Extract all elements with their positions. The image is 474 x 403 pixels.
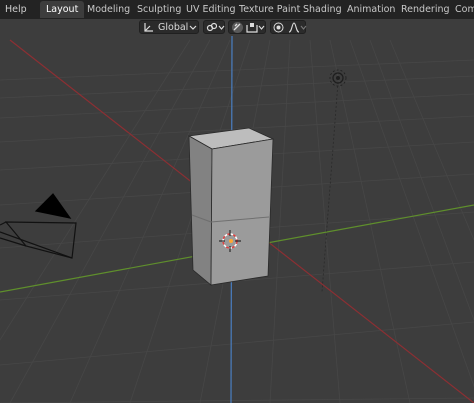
tab-rendering[interactable]: Rendering [395, 1, 456, 18]
tab-sculpting[interactable]: Sculpting [131, 1, 187, 18]
falloff-icon [288, 22, 300, 33]
snap-toggle-icon[interactable] [231, 21, 244, 34]
tab-texture-paint[interactable]: Texture Paint [233, 1, 306, 18]
menu-help[interactable]: Help [5, 4, 27, 15]
cube-object[interactable] [187, 127, 275, 286]
tab-compositing[interactable]: Com [449, 1, 474, 18]
chevron-down-icon [189, 25, 197, 30]
chevron-down-icon [218, 25, 225, 30]
transform-orientation-dropdown[interactable]: Global [139, 20, 199, 34]
tab-animation[interactable]: Animation [341, 1, 401, 18]
transform-orientation-icon [144, 23, 153, 32]
tab-shading[interactable]: Shading [297, 1, 348, 18]
proportional-editing-group[interactable] [270, 20, 307, 34]
tab-modeling[interactable]: Modeling [81, 1, 136, 18]
snapping-group[interactable] [228, 20, 266, 34]
viewport-header: Global [0, 19, 474, 36]
pivot-link-icon [206, 22, 217, 32]
object-origin [229, 239, 233, 243]
pivot-point-dropdown[interactable] [203, 20, 225, 34]
tab-layout[interactable]: Layout [40, 1, 85, 18]
chevron-down-icon [300, 25, 307, 30]
top-menu-bar: Help Layout Modeling Sculpting UV Editin… [0, 0, 474, 19]
3d-viewport[interactable] [0, 36, 474, 403]
proportional-edit-icon[interactable] [273, 22, 284, 33]
snap-target-icon [246, 23, 258, 33]
chevron-down-icon [258, 25, 265, 30]
transform-orientation-label: Global [158, 22, 189, 33]
